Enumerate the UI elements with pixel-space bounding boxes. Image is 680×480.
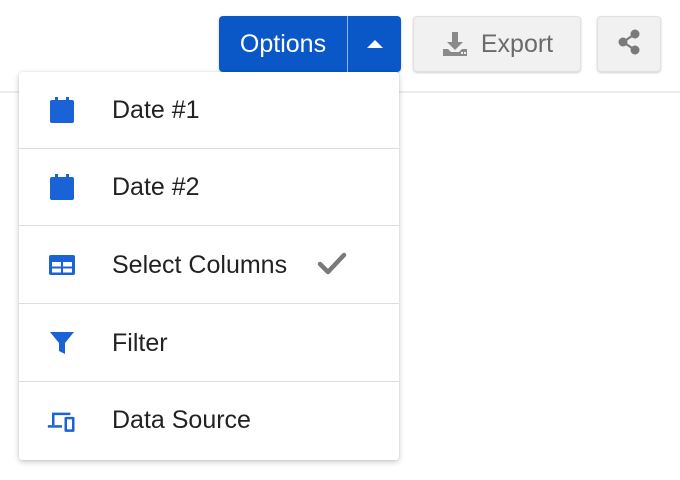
menu-item-select-columns[interactable]: Select Columns xyxy=(19,227,399,304)
menu-item-data-source[interactable]: Data Source xyxy=(19,382,399,459)
caret-up-icon xyxy=(366,40,383,48)
menu-item-label: Data Source xyxy=(112,406,251,434)
menu-item-label: Date #2 xyxy=(112,172,200,201)
calendar-icon xyxy=(47,95,77,125)
menu-item-label: Select Columns xyxy=(112,250,288,279)
options-dropdown-toggle[interactable] xyxy=(348,16,401,72)
check-icon xyxy=(317,251,347,280)
table-columns-icon xyxy=(47,250,77,280)
options-split-button: Options xyxy=(219,16,401,72)
menu-item-date-1[interactable]: Date #1 xyxy=(19,72,399,149)
menu-item-label: Filter xyxy=(112,328,168,357)
menu-item-label: Date #1 xyxy=(112,95,200,124)
options-button[interactable]: Options xyxy=(219,16,348,72)
share-button[interactable] xyxy=(597,16,661,72)
calendar-icon xyxy=(47,172,77,202)
page: Options Export Date #1 Date #2 Select Co… xyxy=(0,0,680,480)
options-dropdown-menu: Date #1 Date #2 Select Columns Filter Da… xyxy=(19,72,399,460)
share-icon xyxy=(615,28,643,61)
menu-item-filter[interactable]: Filter xyxy=(19,305,399,382)
menu-item-date-2[interactable]: Date #2 xyxy=(19,149,399,226)
filter-icon xyxy=(47,328,77,358)
options-button-label: Options xyxy=(239,29,327,58)
export-button-label: Export xyxy=(480,29,554,58)
export-button[interactable]: Export xyxy=(413,16,581,72)
download-icon xyxy=(441,30,469,58)
devices-icon xyxy=(47,406,77,436)
